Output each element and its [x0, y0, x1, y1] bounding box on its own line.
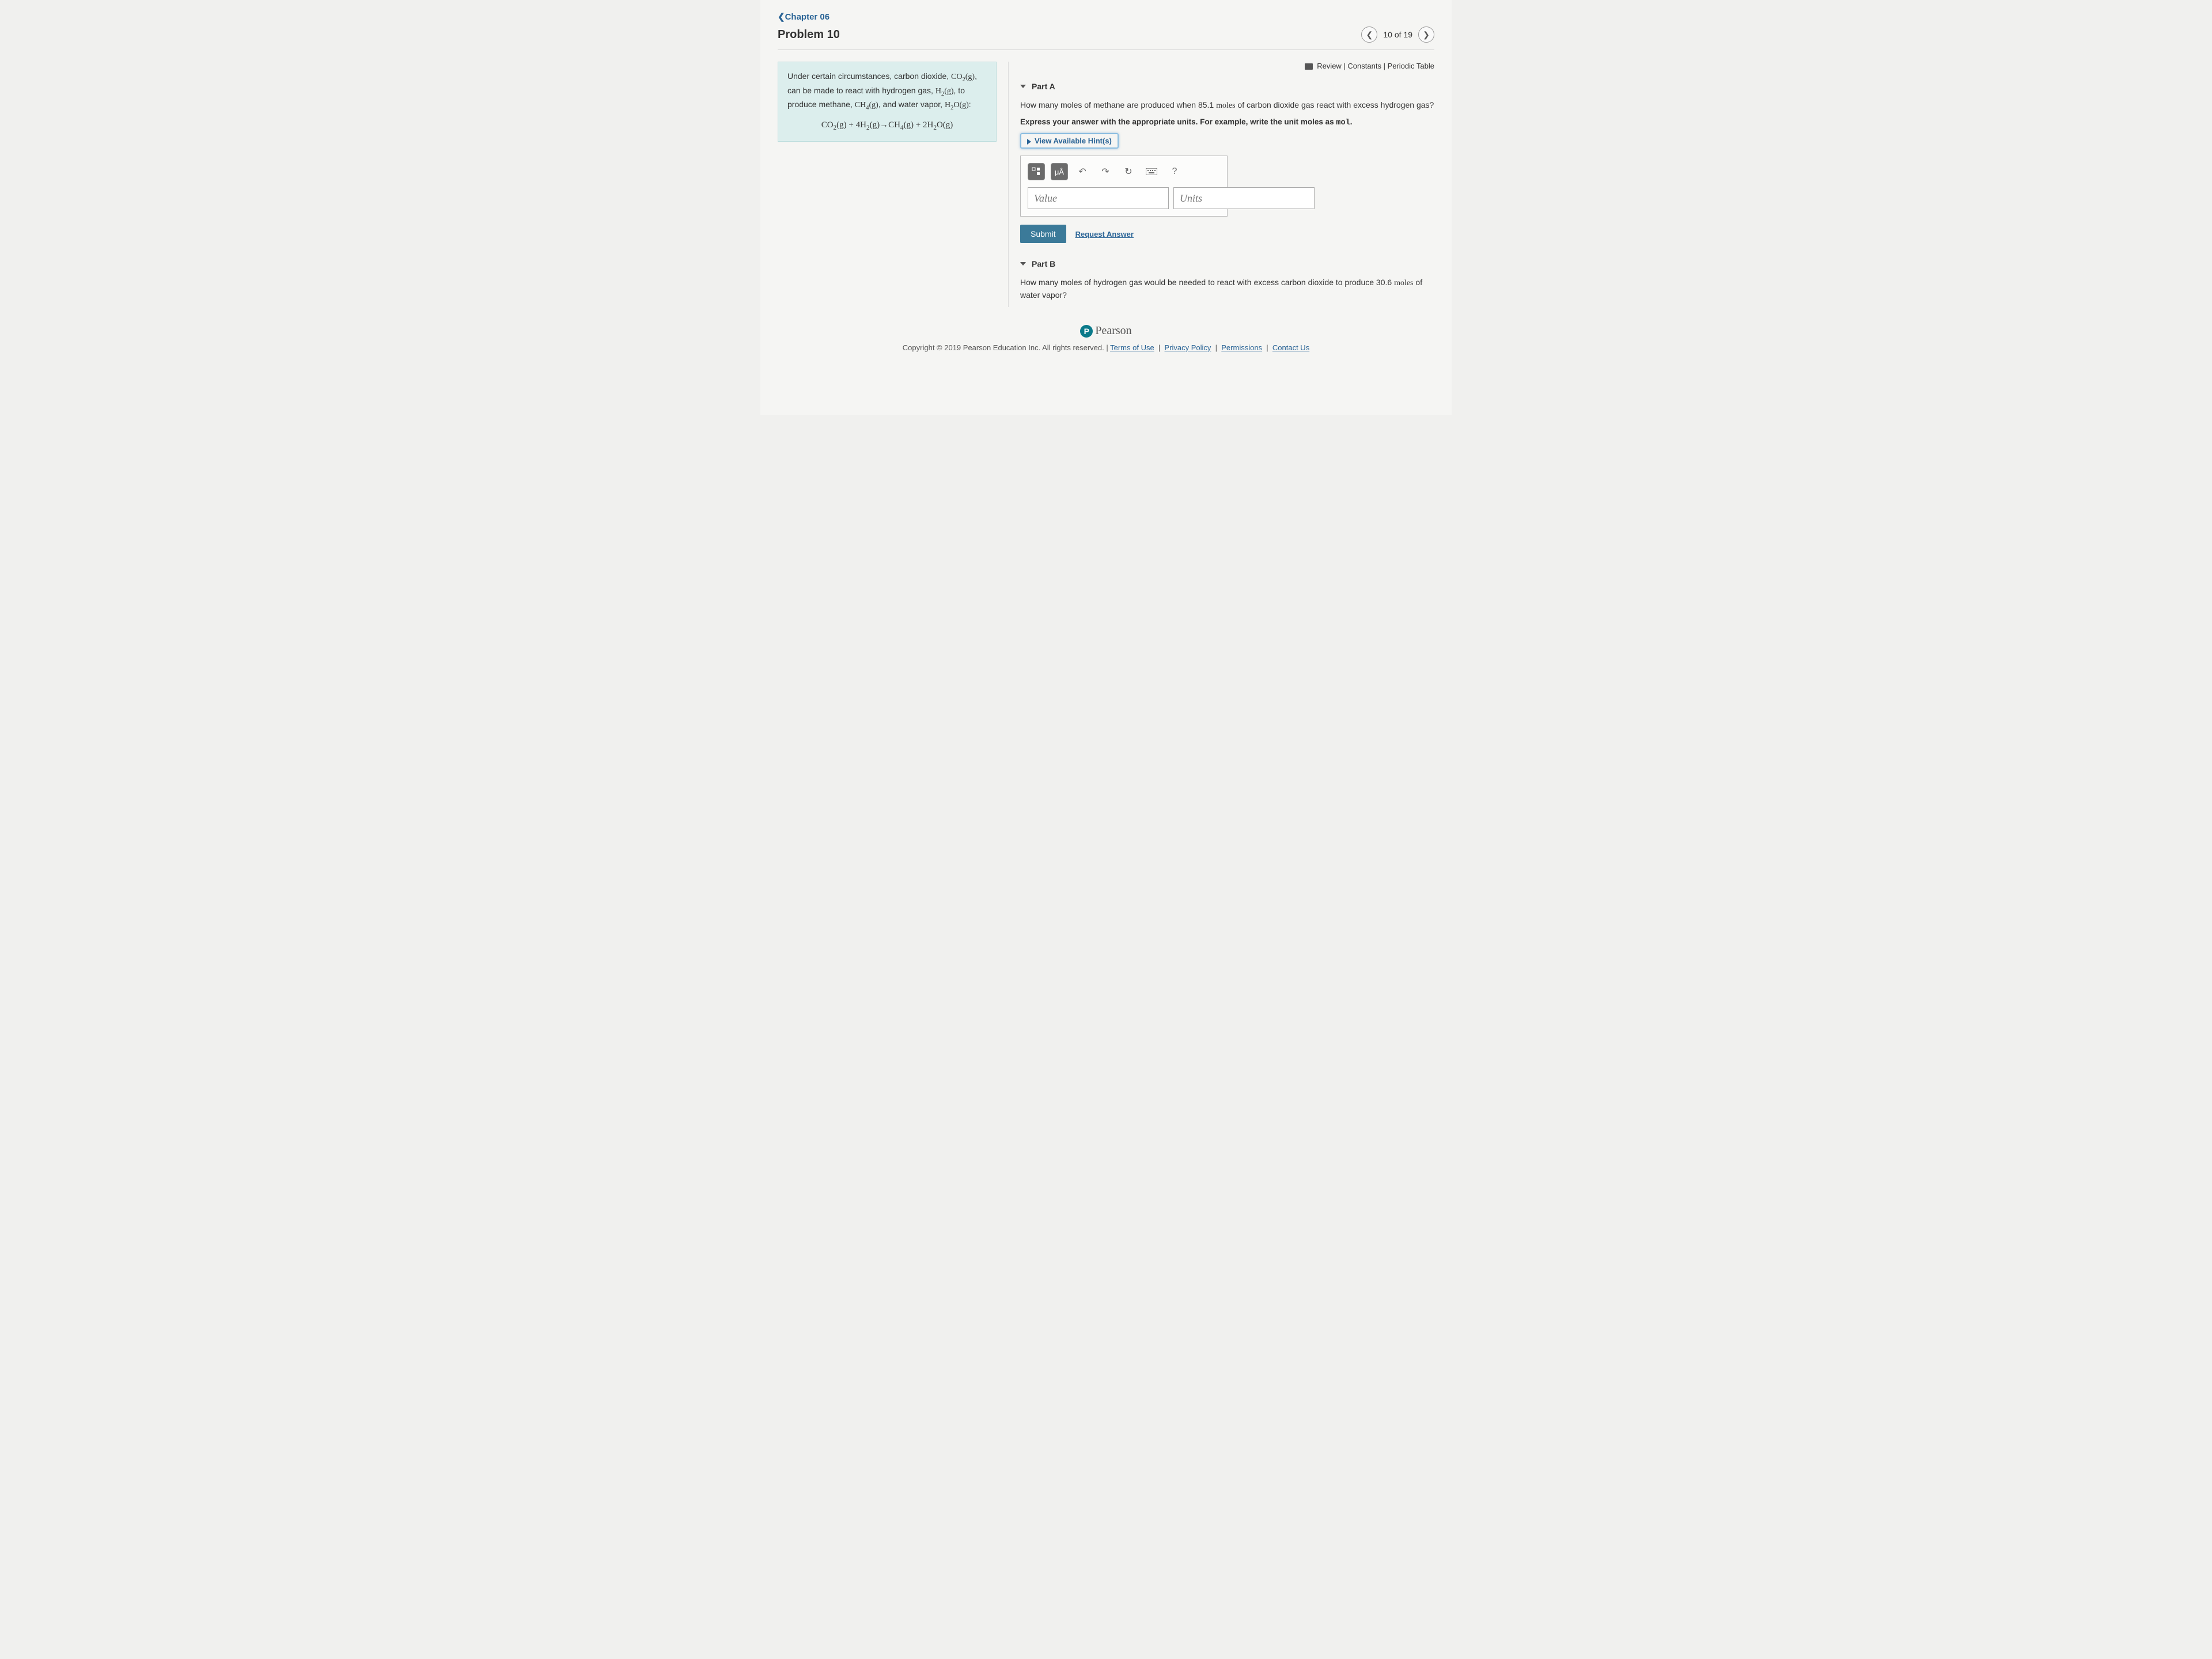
constants-link[interactable]: Constants — [1347, 62, 1381, 70]
right-column: Review | Constants | Periodic Table Part… — [1008, 62, 1434, 307]
caret-down-icon — [1020, 262, 1026, 266]
fraction-tool-button[interactable] — [1028, 163, 1045, 180]
top-bar: ❮Chapter 06 Problem 10 ❮ 10 of 19 ❯ — [778, 12, 1434, 50]
contact-link[interactable]: Contact Us — [1272, 343, 1309, 352]
book-icon — [1305, 63, 1313, 70]
part-a-label: Part A — [1032, 82, 1055, 91]
chevron-left-icon: ❮ — [778, 12, 785, 22]
qB-pre: How many moles of hydrogen gas would be … — [1020, 278, 1394, 287]
inst-mono: mol — [1336, 119, 1350, 127]
privacy-link[interactable]: Privacy Policy — [1165, 343, 1211, 352]
part-a-instruction: Express your answer with the appropriate… — [1020, 118, 1434, 127]
input-row — [1028, 187, 1220, 209]
special-chars-button[interactable]: μÅ — [1051, 163, 1068, 180]
special-label: μÅ — [1055, 168, 1064, 176]
part-a-header[interactable]: Part A — [1020, 82, 1434, 91]
answer-toolbar: μÅ ↶ ↷ ↻ ? — [1028, 163, 1220, 180]
keyboard-button[interactable] — [1143, 163, 1160, 180]
prev-problem-button[interactable]: ❮ — [1361, 26, 1377, 43]
reference-links: Review | Constants | Periodic Table — [1020, 62, 1434, 70]
view-hints-button[interactable]: View Available Hint(s) — [1020, 133, 1119, 149]
caret-down-icon — [1020, 85, 1026, 88]
value-input[interactable] — [1028, 187, 1169, 209]
terms-link[interactable]: Terms of Use — [1110, 343, 1154, 352]
answer-box: μÅ ↶ ↷ ↻ ? — [1020, 156, 1228, 217]
pearson-logo-icon: P — [1080, 325, 1093, 338]
copyright-text: Copyright © 2019 Pearson Education Inc. … — [903, 343, 1110, 352]
units-input[interactable] — [1173, 187, 1315, 209]
part-b-header[interactable]: Part B — [1020, 259, 1434, 268]
help-button[interactable]: ? — [1166, 163, 1183, 180]
chapter-back-link[interactable]: ❮Chapter 06 — [778, 12, 1434, 22]
qB-unit: moles — [1394, 279, 1413, 287]
qA-unit: moles — [1216, 101, 1235, 110]
part-b-question: How many moles of hydrogen gas would be … — [1020, 276, 1434, 301]
inst-text: Express your answer with the appropriate… — [1020, 118, 1336, 126]
hints-label: View Available Hint(s) — [1035, 137, 1112, 145]
brand-text: Pearson — [1095, 324, 1131, 337]
content-row: Under certain circumstances, carbon diox… — [778, 62, 1434, 307]
undo-button[interactable]: ↶ — [1074, 163, 1091, 180]
problem-prompt: Under certain circumstances, carbon diox… — [778, 62, 997, 142]
problem-position: 10 of 19 — [1383, 30, 1412, 39]
triangle-right-icon — [1027, 139, 1031, 145]
next-problem-button[interactable]: ❯ — [1418, 26, 1434, 43]
review-link[interactable]: Review — [1317, 62, 1342, 70]
problem-row: Problem 10 ❮ 10 of 19 ❯ — [778, 26, 1434, 43]
footer-brand: PPearson — [778, 324, 1434, 338]
submit-row: Submit Request Answer — [1020, 225, 1434, 243]
part-b-section: Part B How many moles of hydrogen gas wo… — [1020, 259, 1434, 301]
request-answer-link[interactable]: Request Answer — [1075, 230, 1134, 238]
submit-button[interactable]: Submit — [1020, 225, 1066, 243]
qA-post: of carbon dioxide gas react with excess … — [1236, 100, 1434, 109]
problem-nav: ❮ 10 of 19 ❯ — [1361, 26, 1434, 43]
chemical-equation: CO2(g) + 4H2(g)→CH4(g) + 2H2O(g) — [787, 119, 987, 133]
part-b-label: Part B — [1032, 259, 1055, 268]
copyright-line: Copyright © 2019 Pearson Education Inc. … — [778, 343, 1434, 352]
redo-button[interactable]: ↷ — [1097, 163, 1114, 180]
prompt-text: Under certain circumstances, carbon diox… — [787, 70, 987, 113]
chapter-label: Chapter 06 — [785, 12, 830, 22]
problem-title: Problem 10 — [778, 28, 840, 41]
part-a-question: How many moles of methane are produced w… — [1020, 99, 1434, 112]
qA-pre: How many moles of methane are produced w… — [1020, 100, 1216, 109]
page-container: ❮Chapter 06 Problem 10 ❮ 10 of 19 ❯ Unde… — [760, 0, 1452, 415]
periodic-table-link[interactable]: Periodic Table — [1388, 62, 1434, 70]
permissions-link[interactable]: Permissions — [1221, 343, 1262, 352]
left-column: Under certain circumstances, carbon diox… — [778, 62, 997, 307]
reset-button[interactable]: ↻ — [1120, 163, 1137, 180]
